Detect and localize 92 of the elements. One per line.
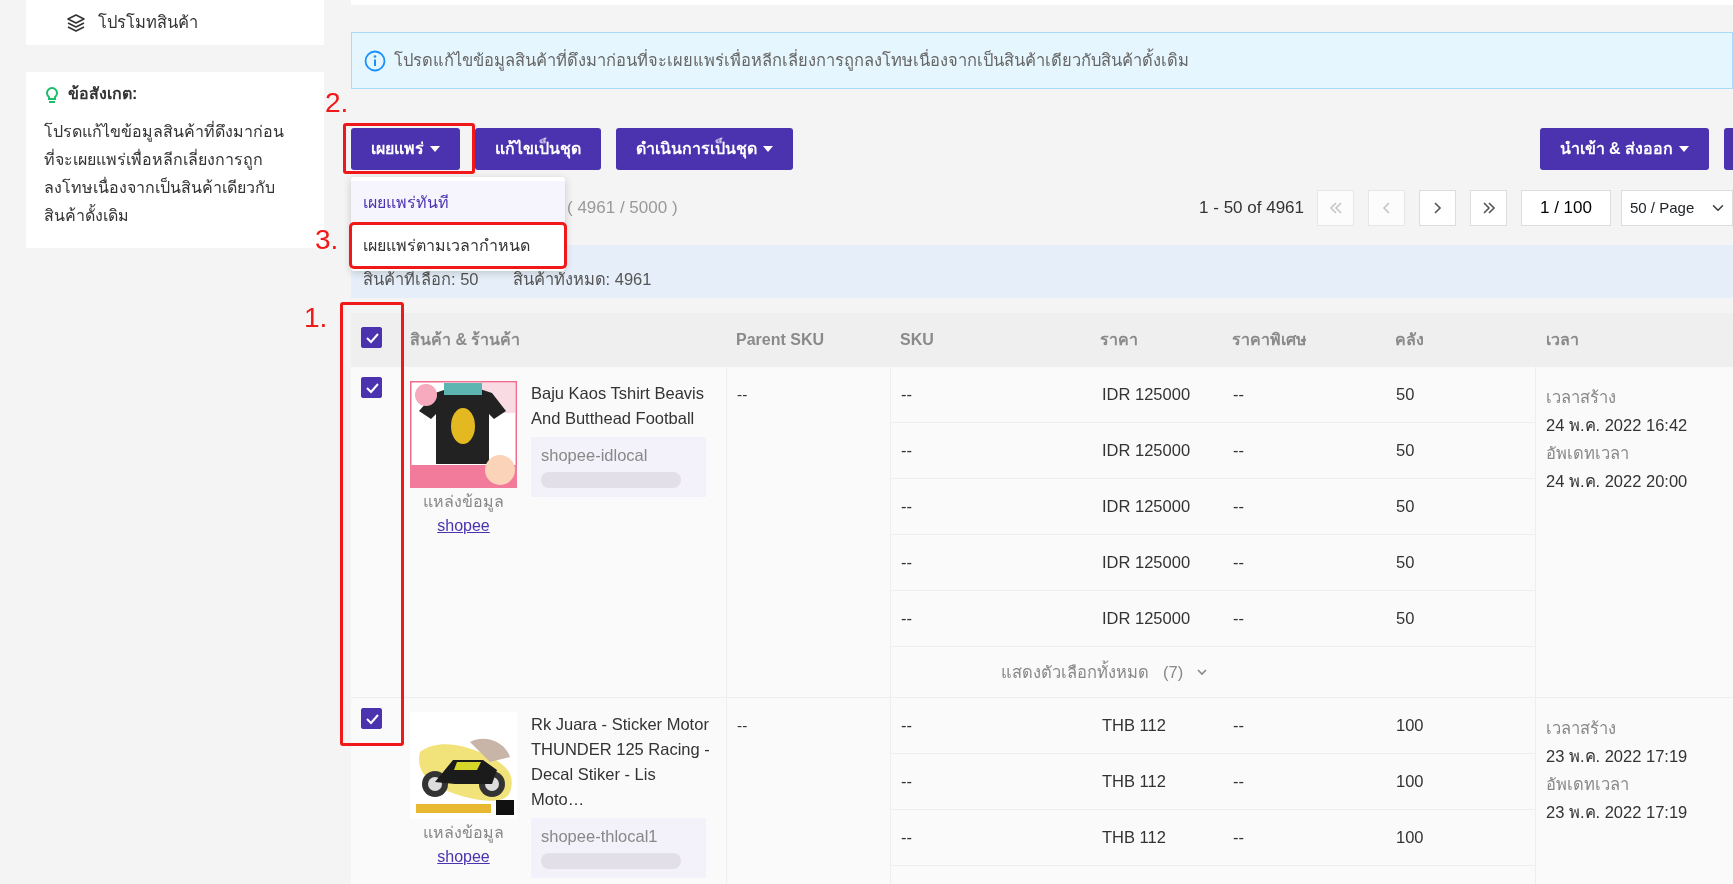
chevron-icon xyxy=(1434,202,1441,214)
table-cell: -- xyxy=(1233,441,1244,460)
product-name: Rk Juara - Sticker Motor THUNDER 125 Racing - Decal Stiker - Lis Moto… xyxy=(531,714,711,810)
column-header: SKU xyxy=(900,331,934,348)
toolbar-button[interactable]: นำเข้า & ส่งออก xyxy=(1539,128,1709,170)
toolbar-button[interactable]: ดำเนินการเป็นชุด xyxy=(616,128,793,170)
time-value: 24 พ.ค. 2022 16:42 xyxy=(1546,416,1688,434)
double-chevron-icon xyxy=(1329,202,1342,214)
note-title: ข้อสังเกต: xyxy=(68,84,138,104)
table-cell: IDR 125000 xyxy=(1102,553,1191,572)
checkbox[interactable] xyxy=(361,708,382,729)
table-cell: 50 xyxy=(1396,497,1415,516)
table-cell: THB 112 xyxy=(1102,716,1166,735)
time-label: อัพเดทเวลา xyxy=(1546,775,1629,793)
source-label: แหล่งข้อมูล xyxy=(423,823,504,845)
page-field[interactable]: 1 / 100 xyxy=(1521,190,1611,226)
next-page-button[interactable] xyxy=(1419,190,1456,226)
table-cell: -- xyxy=(737,386,748,403)
annotation-label: 2. xyxy=(325,89,349,117)
page-range: 1 - 50 of 4961 xyxy=(1199,197,1304,220)
time-label: เวลาสร้าง xyxy=(1546,388,1616,406)
double-chevron-icon xyxy=(1482,202,1495,214)
time-label: เวลาสร้าง xyxy=(1546,719,1616,737)
store-name: shopee-thlocal1 xyxy=(541,827,658,845)
table-cell: -- xyxy=(901,385,912,404)
column-header: เวลา xyxy=(1546,331,1579,348)
table-cell: -- xyxy=(901,553,912,572)
table-cell: -- xyxy=(1233,772,1244,791)
table-cell: IDR 125000 xyxy=(1102,385,1191,404)
table-cell: THB 112 xyxy=(1102,828,1166,847)
table-cell: -- xyxy=(901,828,912,847)
table-cell: 100 xyxy=(1396,716,1424,735)
total-count: สินค้าทั้งหมด: 4961 xyxy=(512,267,652,292)
quota-count: ( 4961 / 5000 ) xyxy=(567,197,678,220)
checkbox[interactable] xyxy=(361,377,382,398)
last-page-button[interactable] xyxy=(1470,190,1507,226)
table-cell: -- xyxy=(901,497,912,516)
table-cell: IDR 125000 xyxy=(1102,497,1191,516)
store-name: shopee-idlocal xyxy=(541,446,648,464)
show-all-options-link[interactable]: แสดงตัวเลือกทั้งหมด (7) xyxy=(891,647,1214,697)
column-header: ราคาพิเศษ xyxy=(1232,331,1307,348)
menu-item[interactable]: เผยแพร่ตามเวลากำหนด xyxy=(351,224,565,267)
toolbar-button[interactable]: แก้ไขเป็นชุด xyxy=(475,128,601,170)
table-cell: -- xyxy=(1233,828,1244,847)
column-header: ราคา xyxy=(1100,331,1138,348)
table-cell: 50 xyxy=(1396,609,1415,628)
page-size-select[interactable]: 50 / Page xyxy=(1621,190,1733,226)
table-cell: -- xyxy=(737,717,748,734)
table-cell: 100 xyxy=(1396,772,1424,791)
time-label: อัพเดทเวลา xyxy=(1546,444,1629,462)
table-cell: -- xyxy=(1233,609,1244,628)
annotation-label: 1. xyxy=(304,304,328,333)
info-icon xyxy=(364,49,386,72)
time-value: 23 พ.ค. 2022 17:19 xyxy=(1546,803,1688,821)
column-header: คลัง xyxy=(1395,331,1424,348)
column-header: สินค้า & ร้านค้า xyxy=(410,331,521,348)
table-cell: THB 112 xyxy=(1102,772,1166,791)
table-cell: 50 xyxy=(1396,441,1415,460)
toolbar-button[interactable]: เผยแพร่ xyxy=(351,128,460,170)
table-cell: -- xyxy=(901,772,912,791)
table-cell: -- xyxy=(901,716,912,735)
table-cell: -- xyxy=(1233,553,1244,572)
annotation-label: 3. xyxy=(315,226,339,254)
table-cell: 100 xyxy=(1396,828,1424,847)
layers-icon xyxy=(66,12,86,33)
chevron-icon xyxy=(1383,202,1390,214)
column-header: Parent SKU xyxy=(736,331,825,348)
table-cell: -- xyxy=(1233,385,1244,404)
time-value: 23 พ.ค. 2022 17:19 xyxy=(1546,747,1688,765)
table-cell: -- xyxy=(901,609,912,628)
chevron-down-icon xyxy=(1197,668,1208,676)
table-cell: 50 xyxy=(1396,553,1415,572)
alert-text: โปรดแก้ไขข้อมูลสินค้าที่ดึงมาก่อนที่จะเผยแพร่เพื่อหลีกเลี่ยงการถูกลงโทษเนื่องจากเป็นสินค้าเดียวกับสินค้าดั้งเดิม xyxy=(394,48,1189,73)
note-text: โปรดแก้ไขข้อมูลสินค้าที่ดึงมาก่อนที่จะเผยแพร่เพื่อหลีกเลี่ยงการถูกลงโทษเนื่องจากเป็นสินค้าเดียวกับสินค้าดั้งเดิม xyxy=(44,120,284,226)
time-value: 24 พ.ค. 2022 20:00 xyxy=(1546,472,1688,490)
table-cell: IDR 125000 xyxy=(1102,609,1191,628)
source-label: แหล่งข้อมูล xyxy=(423,492,504,514)
selected-count: สินค้าที่เลือก: 50 xyxy=(363,269,479,291)
table-cell: -- xyxy=(901,441,912,460)
menu-item[interactable]: เผยแพร่ทันที xyxy=(351,181,565,224)
product-name: Baju Kaos Tshirt Beavis And Butthead Football xyxy=(531,383,706,429)
show-all-text: แสดงตัวเลือกทั้งหมด xyxy=(1001,659,1149,683)
checkbox[interactable] xyxy=(361,327,382,349)
lightbulb-icon xyxy=(44,84,60,104)
source-link[interactable]: shopee xyxy=(437,514,490,538)
table-cell: 50 xyxy=(1396,385,1415,404)
table-cell: -- xyxy=(1233,497,1244,516)
sidebar-item[interactable]: โปรโมทสินค้า xyxy=(26,0,324,45)
table-cell: IDR 125000 xyxy=(1102,441,1191,460)
source-link[interactable]: shopee xyxy=(437,845,490,869)
table-cell: -- xyxy=(1233,716,1244,735)
show-all-text: (7) xyxy=(1163,661,1184,683)
